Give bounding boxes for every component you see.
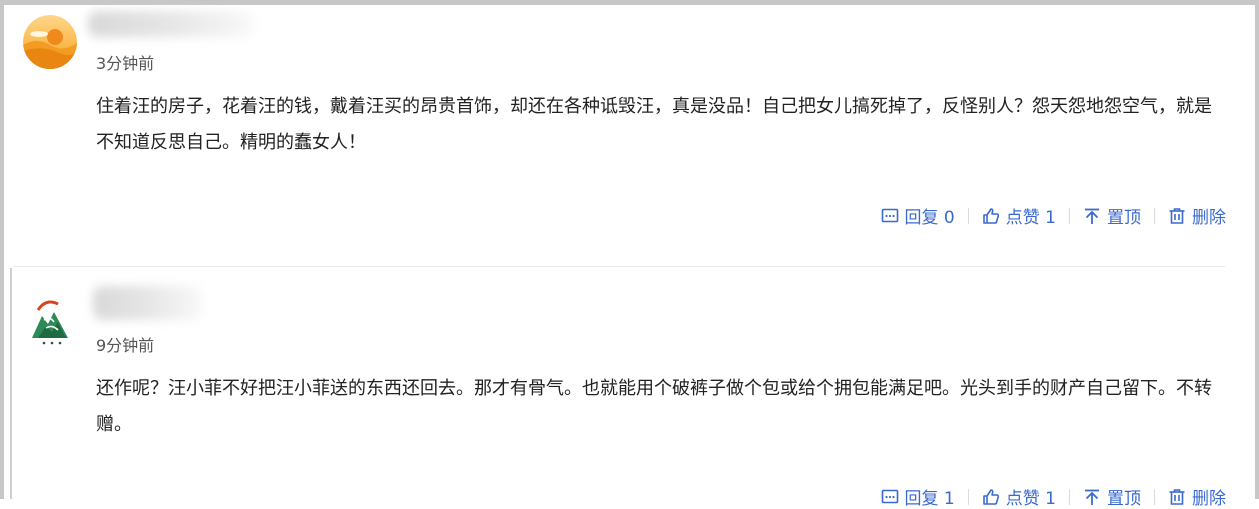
like-button[interactable]: 点赞 1	[982, 203, 1056, 228]
delete-label: 删除	[1192, 489, 1226, 509]
comment-item: 3分钟前 住着汪的房子，花着汪的钱，戴着汪买的昂贵首饰，却还在各种诋毁汪，真是没…	[0, 0, 1259, 266]
username-blurred	[93, 286, 203, 320]
thumbs-up-icon	[982, 207, 999, 224]
comment-separator	[13, 266, 1225, 267]
comment-item: 9分钟前 还作呢？汪小菲不好把汪小菲送的东西还回去。那才有骨气。也就能用个破裤子…	[0, 268, 1259, 509]
comment-actions: 回复 0 点赞 1 置顶 删除	[881, 203, 1226, 228]
delete-label: 删除	[1192, 208, 1226, 228]
like-button[interactable]: 点赞 1	[982, 484, 1056, 509]
username-blurred	[88, 11, 253, 37]
divider	[1069, 207, 1070, 224]
comment-time: 9分钟前	[96, 336, 155, 355]
pin-label: 置顶	[1107, 208, 1141, 228]
trash-icon	[1169, 488, 1185, 505]
avatar[interactable]	[24, 294, 80, 350]
reply-icon	[881, 208, 898, 222]
delete-button[interactable]: 删除	[1168, 484, 1226, 509]
comment-time: 3分钟前	[96, 54, 155, 73]
comment-actions: 回复 1 点赞 1 置顶 删除	[881, 484, 1226, 509]
reply-button[interactable]: 回复 0	[881, 203, 955, 228]
divider	[1154, 488, 1155, 505]
divider	[1154, 207, 1155, 224]
reply-button[interactable]: 回复 1	[881, 484, 955, 509]
pin-top-icon	[1085, 489, 1099, 505]
like-label: 点赞 1	[1005, 208, 1056, 228]
delete-button[interactable]: 删除	[1168, 203, 1226, 228]
reply-label: 回复 0	[904, 208, 955, 228]
divider	[967, 207, 969, 224]
comment-text: 住着汪的房子，花着汪的钱，戴着汪买的昂贵首饰，却还在各种诋毁汪，真是没品！自己把…	[96, 96, 1212, 153]
trash-icon	[1169, 207, 1185, 224]
pin-button[interactable]: 置顶	[1083, 484, 1141, 509]
thumbs-up-icon	[982, 488, 999, 505]
reply-label: 回复 1	[904, 489, 955, 509]
like-label: 点赞 1	[1005, 489, 1056, 509]
pin-top-icon	[1085, 208, 1099, 224]
pin-button[interactable]: 置顶	[1083, 203, 1141, 228]
avatar[interactable]	[23, 15, 77, 69]
comment-text: 还作呢？汪小菲不好把汪小菲送的东西还回去。那才有骨气。也就能用个破裤子做个包或给…	[96, 378, 1212, 435]
divider	[967, 488, 969, 505]
divider	[1069, 488, 1070, 505]
reply-icon	[881, 489, 898, 503]
pin-label: 置顶	[1107, 489, 1141, 509]
